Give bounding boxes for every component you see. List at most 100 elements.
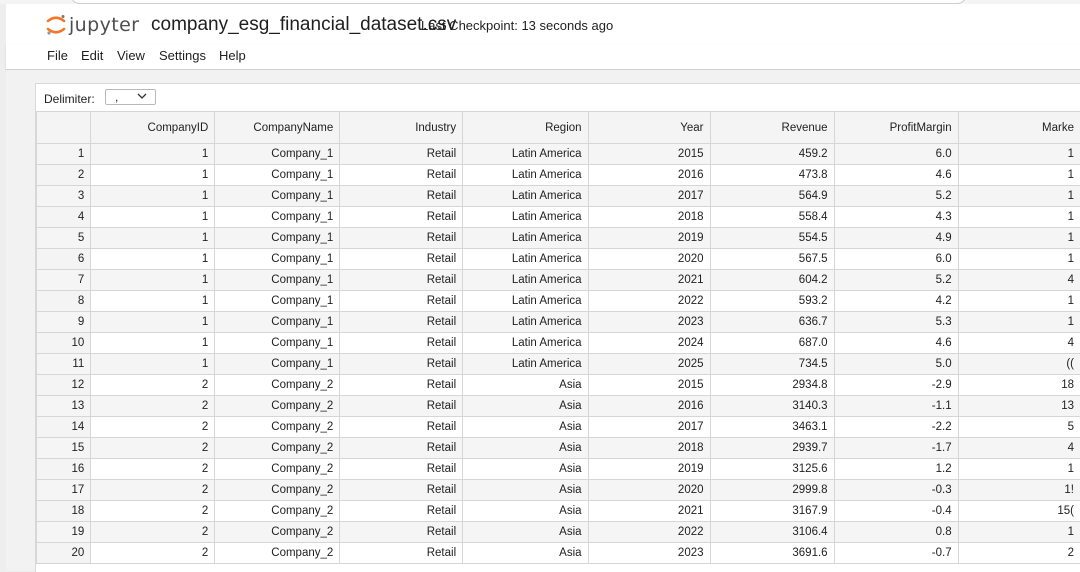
table-cell[interactable]: 6.0 <box>834 144 958 165</box>
table-cell[interactable]: 564.9 <box>710 186 834 207</box>
table-cell[interactable]: 2022 <box>588 522 710 543</box>
table-cell[interactable]: 2 <box>91 417 215 438</box>
table-row[interactable]: 192Company_2RetailAsia20223106.40.81 <box>37 522 1080 543</box>
table-row[interactable]: 162Company_2RetailAsia20193125.61.21 <box>37 459 1080 480</box>
table-cell[interactable]: 0.8 <box>834 522 958 543</box>
table-cell[interactable]: 1 <box>958 312 1080 333</box>
table-cell[interactable]: 4.6 <box>834 333 958 354</box>
table-cell[interactable]: 2 <box>958 543 1080 564</box>
table-cell[interactable]: 1 <box>91 291 215 312</box>
table-cell[interactable]: Asia <box>463 417 588 438</box>
table-row[interactable]: 81Company_1RetailLatin America2022593.24… <box>37 291 1080 312</box>
table-cell[interactable]: 1 <box>958 249 1080 270</box>
table-cell[interactable]: 2017 <box>588 186 710 207</box>
table-cell[interactable]: 2021 <box>588 270 710 291</box>
table-cell[interactable]: 5.3 <box>834 312 958 333</box>
table-cell[interactable]: 3106.4 <box>710 522 834 543</box>
table-cell[interactable]: 2015 <box>588 375 710 396</box>
column-header[interactable]: CompanyID <box>91 112 215 144</box>
table-cell[interactable]: Latin America <box>463 249 588 270</box>
table-cell[interactable]: 687.0 <box>710 333 834 354</box>
menu-view[interactable]: View <box>117 48 145 64</box>
table-cell[interactable]: Company_1 <box>215 207 340 228</box>
table-cell[interactable]: Retail <box>340 438 463 459</box>
table-cell[interactable]: Latin America <box>463 144 588 165</box>
table-cell[interactable]: 2017 <box>588 417 710 438</box>
table-cell[interactable]: 2018 <box>588 207 710 228</box>
table-cell[interactable]: Company_1 <box>215 312 340 333</box>
table-cell[interactable]: Company_1 <box>215 165 340 186</box>
table-cell[interactable]: Latin America <box>463 207 588 228</box>
column-header[interactable]: Year <box>588 112 710 144</box>
table-cell[interactable]: Retail <box>340 522 463 543</box>
table-cell[interactable]: Company_1 <box>215 270 340 291</box>
table-row[interactable]: 11Company_1RetailLatin America2015459.26… <box>37 144 1080 165</box>
table-cell[interactable]: Company_2 <box>215 438 340 459</box>
table-cell[interactable]: 2021 <box>588 501 710 522</box>
table-cell[interactable]: 4.2 <box>834 291 958 312</box>
delimiter-select[interactable]: , <box>105 89 156 105</box>
table-cell[interactable]: 2 <box>91 543 215 564</box>
table-cell[interactable]: 1.2 <box>834 459 958 480</box>
table-cell[interactable]: 2 <box>91 522 215 543</box>
table-cell[interactable]: Retail <box>340 480 463 501</box>
table-row[interactable]: 152Company_2RetailAsia20182939.7-1.74 <box>37 438 1080 459</box>
table-row[interactable]: 172Company_2RetailAsia20202999.8-0.31! <box>37 480 1080 501</box>
table-cell[interactable]: Latin America <box>463 333 588 354</box>
table-cell[interactable]: 4 <box>958 438 1080 459</box>
table-row[interactable]: 202Company_2RetailAsia20233691.6-0.72 <box>37 543 1080 564</box>
table-cell[interactable]: Retail <box>340 354 463 375</box>
table-cell[interactable]: Asia <box>463 375 588 396</box>
table-cell[interactable]: 1! <box>958 480 1080 501</box>
table-cell[interactable]: 2 <box>91 438 215 459</box>
table-cell[interactable]: Retail <box>340 543 463 564</box>
table-cell[interactable]: Company_1 <box>215 186 340 207</box>
table-cell[interactable]: 1 <box>91 333 215 354</box>
table-cell[interactable]: 1 <box>91 228 215 249</box>
table-cell[interactable]: 4.3 <box>834 207 958 228</box>
table-row[interactable]: 182Company_2RetailAsia20213167.9-0.415( <box>37 501 1080 522</box>
table-cell[interactable]: Retail <box>340 186 463 207</box>
table-cell[interactable]: 1 <box>958 207 1080 228</box>
table-cell[interactable]: -2.9 <box>834 375 958 396</box>
column-header[interactable]: CompanyName <box>215 112 340 144</box>
table-cell[interactable]: 2939.7 <box>710 438 834 459</box>
table-cell[interactable]: Company_2 <box>215 375 340 396</box>
table-cell[interactable]: 734.5 <box>710 354 834 375</box>
table-cell[interactable]: 1 <box>91 165 215 186</box>
table-cell[interactable]: Asia <box>463 396 588 417</box>
column-header[interactable]: Region <box>463 112 588 144</box>
table-cell[interactable]: Retail <box>340 207 463 228</box>
table-cell[interactable]: 3691.6 <box>710 543 834 564</box>
table-cell[interactable]: 1 <box>958 522 1080 543</box>
table-cell[interactable]: 636.7 <box>710 312 834 333</box>
table-cell[interactable]: 2019 <box>588 228 710 249</box>
table-cell[interactable]: Latin America <box>463 312 588 333</box>
column-header[interactable]: Revenue <box>710 112 834 144</box>
table-cell[interactable]: 1 <box>91 270 215 291</box>
table-cell[interactable]: Retail <box>340 291 463 312</box>
table-cell[interactable]: 6.0 <box>834 249 958 270</box>
table-cell[interactable]: 4.9 <box>834 228 958 249</box>
table-cell[interactable]: 15( <box>958 501 1080 522</box>
table-cell[interactable]: 3167.9 <box>710 501 834 522</box>
table-cell[interactable]: 1 <box>91 249 215 270</box>
table-cell[interactable]: 1 <box>91 312 215 333</box>
table-cell[interactable]: -0.7 <box>834 543 958 564</box>
table-cell[interactable]: Company_2 <box>215 417 340 438</box>
table-cell[interactable]: -2.2 <box>834 417 958 438</box>
column-header[interactable]: ProfitMargin <box>834 112 958 144</box>
table-cell[interactable]: 2 <box>91 396 215 417</box>
table-cell[interactable]: 3140.3 <box>710 396 834 417</box>
table-cell[interactable]: 2022 <box>588 291 710 312</box>
table-cell[interactable]: 558.4 <box>710 207 834 228</box>
table-cell[interactable]: Company_2 <box>215 396 340 417</box>
table-cell[interactable]: Company_2 <box>215 501 340 522</box>
table-cell[interactable]: Latin America <box>463 291 588 312</box>
table-cell[interactable]: 5 <box>958 417 1080 438</box>
column-header[interactable]: Industry <box>340 112 463 144</box>
table-cell[interactable]: 2934.8 <box>710 375 834 396</box>
table-cell[interactable]: 2023 <box>588 312 710 333</box>
table-cell[interactable]: 1 <box>958 291 1080 312</box>
table-cell[interactable]: 2020 <box>588 249 710 270</box>
